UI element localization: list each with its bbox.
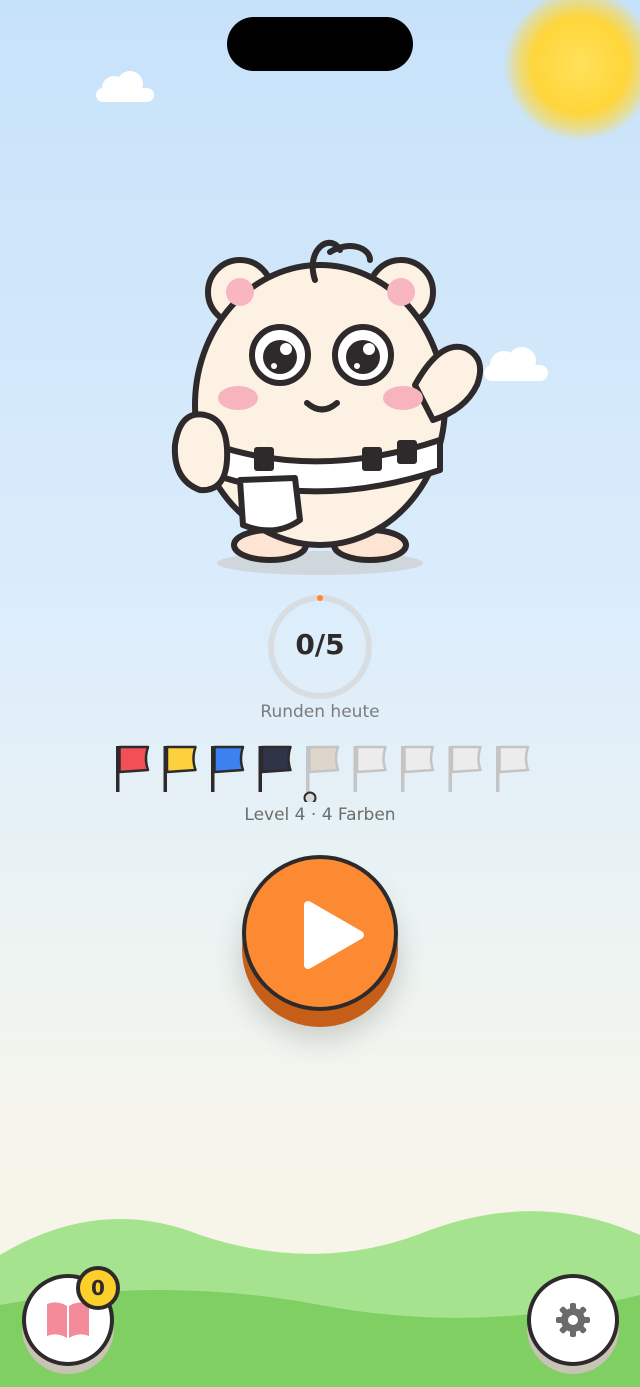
hamster-mascot	[171, 239, 483, 575]
flag-blue	[211, 745, 245, 792]
flag-gray	[448, 745, 482, 792]
rounds-count: 0/5	[295, 628, 345, 661]
level-flags	[116, 745, 530, 802]
flag-beige	[306, 745, 340, 792]
flag-red	[116, 745, 150, 792]
flag-gray	[353, 745, 387, 792]
dynamic-island	[227, 17, 413, 71]
cloud-decoration	[96, 71, 154, 102]
flag-yellow	[163, 745, 197, 792]
play-button[interactable]	[242, 855, 398, 1011]
gear-icon	[556, 1303, 590, 1337]
book-icon	[47, 1302, 89, 1338]
sun-decoration	[505, 0, 640, 140]
flag-gray	[401, 745, 435, 792]
current-level-marker	[303, 791, 317, 802]
level-label: Level 4 · 4 Farben	[244, 805, 396, 825]
book-badge: 0	[76, 1266, 120, 1310]
play-icon	[304, 901, 364, 969]
flag-navy	[258, 745, 292, 792]
settings-button[interactable]	[527, 1274, 619, 1366]
flag-gray	[496, 745, 530, 792]
rounds-label: Runden heute	[260, 702, 380, 722]
